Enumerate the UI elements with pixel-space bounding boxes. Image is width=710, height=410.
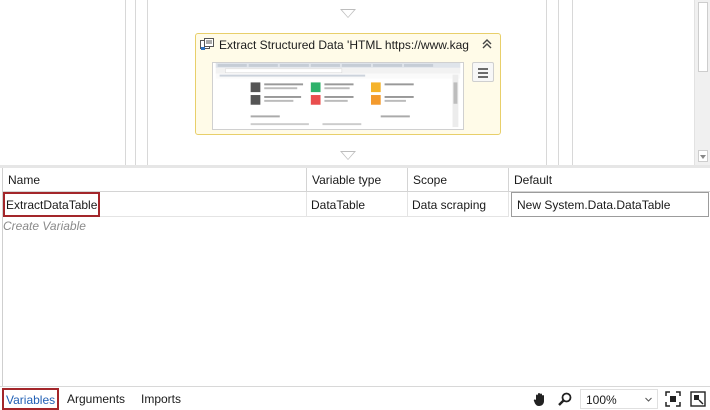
- extract-structured-data-activity[interactable]: Extract Structured Data 'HTML https://ww…: [195, 33, 501, 135]
- overview-icon[interactable]: [690, 391, 706, 407]
- designer-canvas[interactable]: Extract Structured Data 'HTML https://ww…: [0, 0, 710, 167]
- activity-title[interactable]: Extract Structured Data 'HTML https://ww…: [219, 38, 469, 52]
- variable-scope-cell[interactable]: Data scraping: [408, 192, 509, 217]
- zoom-level: 100%: [586, 393, 617, 407]
- create-variable-row[interactable]: Create Variable: [3, 219, 86, 233]
- sequence-border: [572, 0, 573, 165]
- sequence-border: [125, 0, 126, 165]
- variable-name-cell[interactable]: ExtractDataTable: [3, 192, 100, 217]
- tab-variables[interactable]: Variables: [2, 388, 60, 410]
- zoom-select[interactable]: 100%: [580, 389, 658, 409]
- designer-status-bar: Variables Arguments Imports 100%: [0, 386, 710, 410]
- hand-icon[interactable]: [532, 391, 548, 407]
- tab-arguments[interactable]: Arguments: [64, 388, 128, 410]
- scrollbar-thumb[interactable]: [698, 2, 708, 72]
- extract-data-icon: [200, 38, 214, 50]
- flow-arrow-icon: [340, 9, 356, 18]
- column-header-name[interactable]: Name: [3, 168, 307, 192]
- canvas-vertical-scrollbar[interactable]: [694, 0, 710, 165]
- column-header-scope[interactable]: Scope: [408, 168, 509, 192]
- scroll-down-icon[interactable]: [698, 150, 708, 162]
- hamburger-menu-icon[interactable]: [472, 62, 494, 82]
- fit-to-screen-icon[interactable]: [665, 391, 681, 407]
- sequence-border: [147, 0, 148, 165]
- double-chevron-up-icon[interactable]: [480, 37, 494, 51]
- activity-header[interactable]: Extract Structured Data 'HTML https://ww…: [196, 34, 500, 56]
- variable-default-field[interactable]: New System.Data.DataTable: [511, 192, 709, 217]
- web-page-screenshot-preview: [212, 62, 464, 130]
- flow-arrow-icon: [340, 151, 356, 160]
- sequence-border: [135, 0, 136, 165]
- variable-type-cell[interactable]: DataTable: [307, 192, 408, 217]
- sequence-border: [546, 0, 547, 165]
- workflow-designer: Extract Structured Data 'HTML https://ww…: [0, 0, 710, 410]
- column-header-variable-type[interactable]: Variable type: [307, 168, 408, 192]
- variables-grid: Name Variable type Scope Default Extract…: [2, 168, 710, 386]
- column-header-default[interactable]: Default: [509, 168, 710, 192]
- magnifier-icon[interactable]: [557, 391, 573, 407]
- sequence-border: [558, 0, 559, 165]
- table-row-filler[interactable]: [100, 192, 307, 217]
- chevron-down-icon: [645, 397, 652, 402]
- tab-imports[interactable]: Imports: [138, 388, 184, 410]
